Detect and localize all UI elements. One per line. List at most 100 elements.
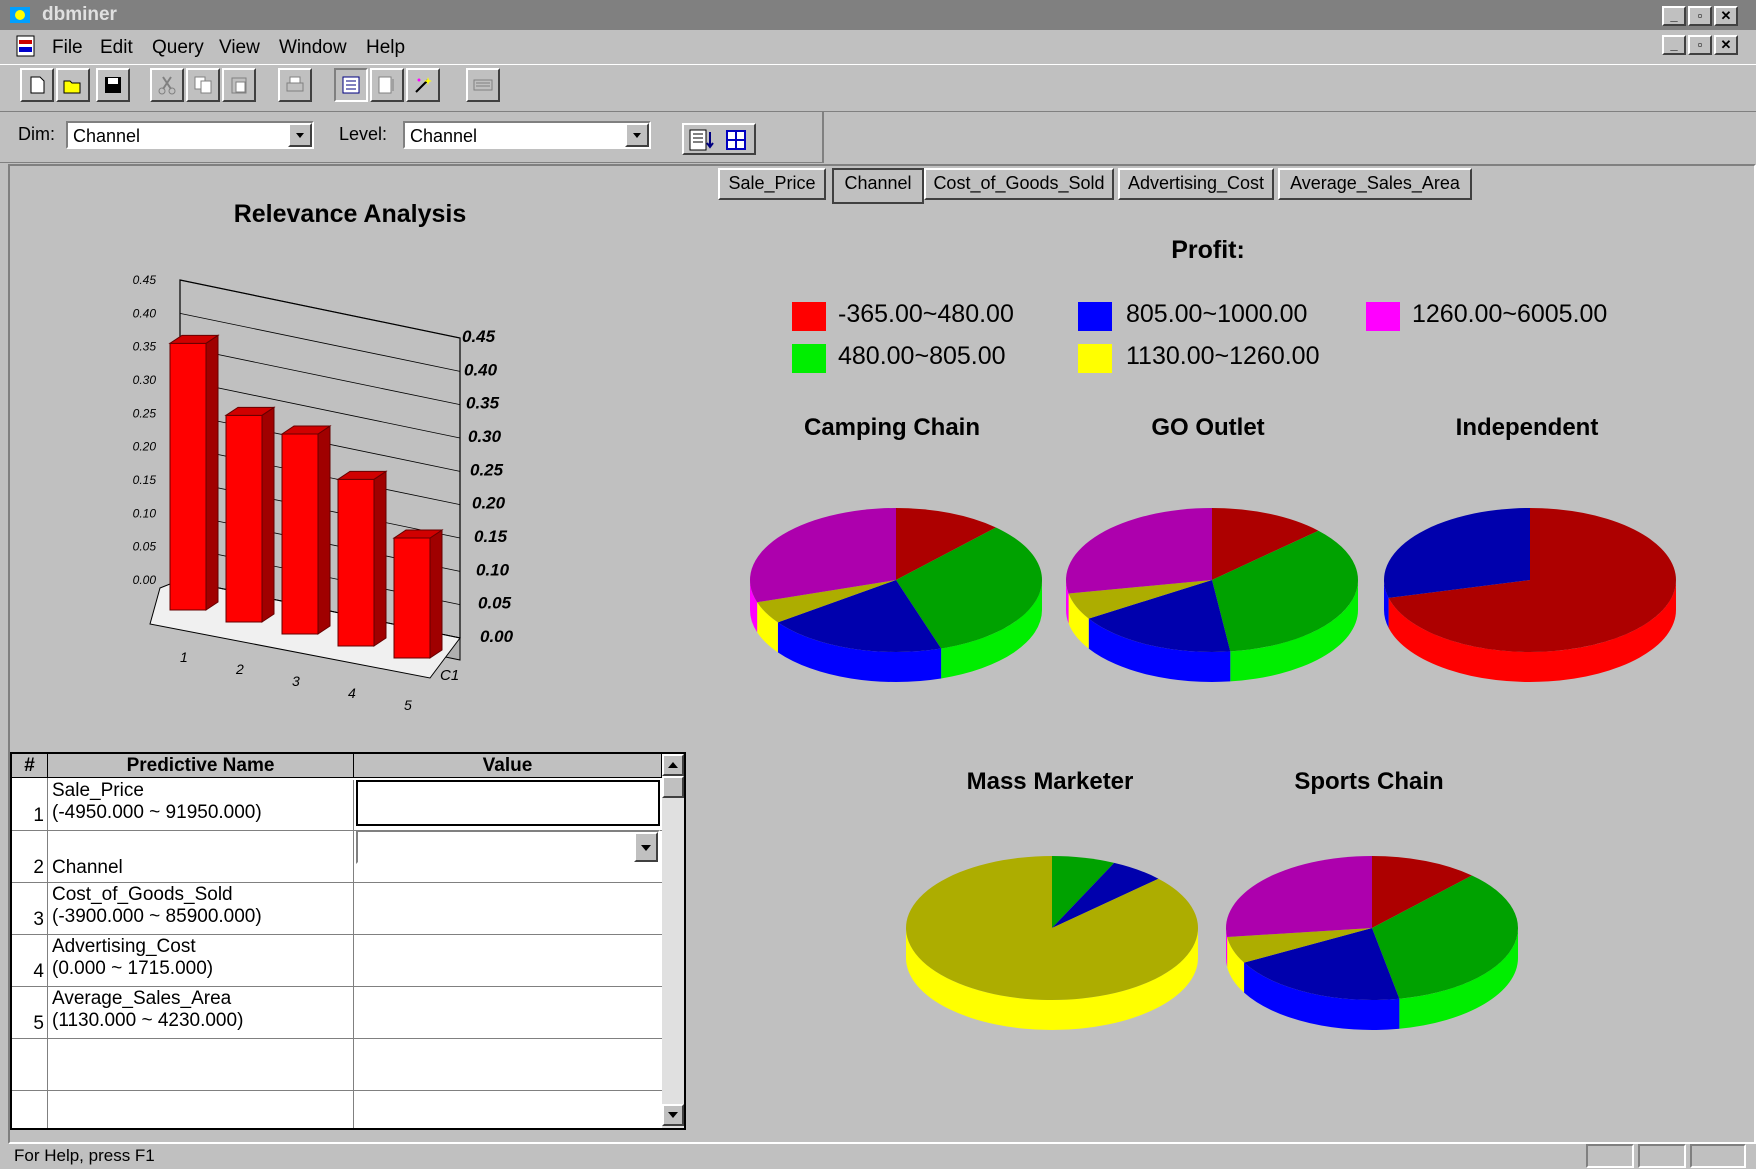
row-number: 3: [12, 882, 48, 934]
view-toggle-group: [682, 123, 756, 155]
status-panel: [1586, 1144, 1634, 1168]
legend-label: 805.00~1000.00: [1126, 300, 1308, 328]
mdi-restore-button[interactable]: ▫: [1688, 35, 1712, 55]
status-panel: [1690, 1144, 1746, 1168]
x-tick-label: 3: [292, 673, 300, 689]
tab-channel[interactable]: Channel: [832, 168, 924, 204]
sort-icon[interactable]: [688, 128, 716, 152]
tab-cost-of-goods-sold[interactable]: Cost_of_Goods_Sold: [924, 168, 1114, 200]
pie-slice: [1066, 508, 1212, 594]
menu-file[interactable]: File: [52, 37, 83, 59]
table-row[interactable]: 2 Channel: [12, 830, 662, 884]
pie-title: Camping Chain: [803, 414, 980, 441]
table-row[interactable]: [12, 1038, 662, 1091]
legend-swatch-red: [792, 302, 826, 331]
predictive-name: Cost_of_Goods_Sold: [52, 884, 233, 905]
table-row[interactable]: 3 Cost_of_Goods_Sold (-3900.000 ~ 85900.0…: [12, 882, 662, 936]
y-tick-label-right: 0.40: [464, 360, 498, 379]
col-header-num[interactable]: #: [12, 754, 48, 778]
save-button[interactable]: [96, 68, 130, 102]
y-tick-label-right: 0.20: [472, 494, 506, 513]
vertical-scrollbar[interactable]: [662, 754, 684, 1128]
y-tick-label-right: 0.45: [462, 327, 496, 346]
bar-side: [261, 406, 275, 623]
restore-button[interactable]: ▫: [1688, 6, 1712, 26]
menu-edit[interactable]: Edit: [100, 37, 133, 59]
col-header-value[interactable]: Value: [354, 754, 662, 778]
dim-select[interactable]: Channel: [66, 121, 314, 149]
document-icon[interactable]: [14, 34, 38, 58]
status-text: For Help, press F1: [14, 1146, 155, 1165]
cut-button[interactable]: [150, 68, 184, 102]
new-button[interactable]: [20, 68, 54, 102]
level-select[interactable]: Channel: [403, 121, 651, 149]
predictive-range: (1130.000 ~ 4230.000): [52, 1010, 244, 1031]
row-number: [12, 1038, 48, 1090]
tab-sale-price[interactable]: Sale_Price: [718, 168, 826, 200]
grid-icon[interactable]: [724, 128, 750, 152]
tab-advertising-cost[interactable]: Advertising_Cost: [1118, 168, 1274, 200]
row-number: 2: [12, 830, 48, 882]
print-button[interactable]: [278, 68, 312, 102]
tab-average-sales-area[interactable]: Average_Sales_Area: [1278, 168, 1472, 200]
copy-icon: [194, 76, 212, 94]
table-view-icon: [342, 76, 360, 94]
table-row[interactable]: 4 Advertising_Cost (0.000 ~ 1715.000): [12, 934, 662, 988]
predictive-range: (-3900.000 ~ 85900.000): [52, 906, 262, 927]
y-tick-label-right: 0.35: [466, 394, 500, 413]
y-tick-label-right: 0.15: [474, 527, 508, 546]
minimize-button[interactable]: _: [1662, 6, 1686, 26]
table-row[interactable]: 5 Average_Sales_Area (1130.000 ~ 4230.000…: [12, 986, 662, 1040]
keyboard-button[interactable]: [466, 68, 500, 102]
app-icon: [10, 7, 30, 23]
wizard-icon: [415, 77, 432, 93]
menu-view[interactable]: View: [219, 37, 260, 59]
scroll-down-icon[interactable]: [662, 1104, 684, 1126]
chevron-down-icon[interactable]: [634, 832, 658, 862]
table-view-button[interactable]: [334, 68, 368, 102]
mdi-close-button[interactable]: ✕: [1714, 35, 1738, 55]
y-tick-label-left: 0.05: [133, 540, 157, 554]
bar: [337, 478, 375, 647]
y-tick-label-left: 0.00: [133, 573, 157, 587]
y-tick-label-left: 0.40: [133, 306, 157, 320]
paste-icon: [231, 77, 247, 94]
legend-label: 1260.00~6005.00: [1412, 300, 1608, 328]
legend-label: 480.00~805.00: [838, 342, 1006, 370]
list-view-button[interactable]: [370, 68, 404, 102]
bar: [393, 537, 431, 659]
close-button[interactable]: ✕: [1714, 6, 1738, 26]
bar-side: [373, 470, 387, 647]
y-tick-label-left: 0.35: [133, 340, 157, 354]
scroll-up-icon[interactable]: [662, 754, 684, 776]
pie-title: Independent: [1455, 414, 1599, 441]
menu-window[interactable]: Window: [279, 37, 347, 59]
copy-button[interactable]: [186, 68, 220, 102]
x-tick-label: 1: [180, 649, 188, 665]
mdi-minimize-button[interactable]: _: [1662, 35, 1686, 55]
list-view-icon: [378, 76, 394, 94]
scroll-thumb[interactable]: [662, 776, 684, 798]
wizard-button[interactable]: [406, 68, 440, 102]
open-button[interactable]: [56, 68, 90, 102]
menu-help[interactable]: Help: [366, 37, 405, 59]
legend-swatch-yellow: [1078, 344, 1112, 373]
value-input[interactable]: [356, 780, 660, 826]
x-tick-label: 4: [348, 685, 356, 701]
chevron-down-icon[interactable]: [625, 123, 649, 147]
chevron-down-icon[interactable]: [288, 123, 312, 147]
x-tick-label: 5: [404, 697, 412, 710]
bar-side: [317, 425, 331, 635]
menu-query[interactable]: Query: [152, 37, 204, 59]
relevance-bar-chart: 0.00 0.05 0.10 0.15 0.20 0.25 0.30 0.35 0.40 0.45…: [133, 273, 514, 710]
predictive-name: Advertising_Cost: [52, 936, 196, 957]
value-select[interactable]: [356, 830, 660, 864]
paste-button[interactable]: [222, 68, 256, 102]
table-row[interactable]: [12, 1090, 662, 1128]
bar: [281, 433, 319, 635]
row-number: [12, 1090, 48, 1128]
col-header-name[interactable]: Predictive Name: [48, 754, 354, 778]
level-select-value: Channel: [410, 126, 478, 146]
y-tick-label-left: 0.15: [133, 473, 157, 487]
table-row[interactable]: 1 Sale_Price (-4950.000 ~ 91950.000): [12, 778, 662, 832]
